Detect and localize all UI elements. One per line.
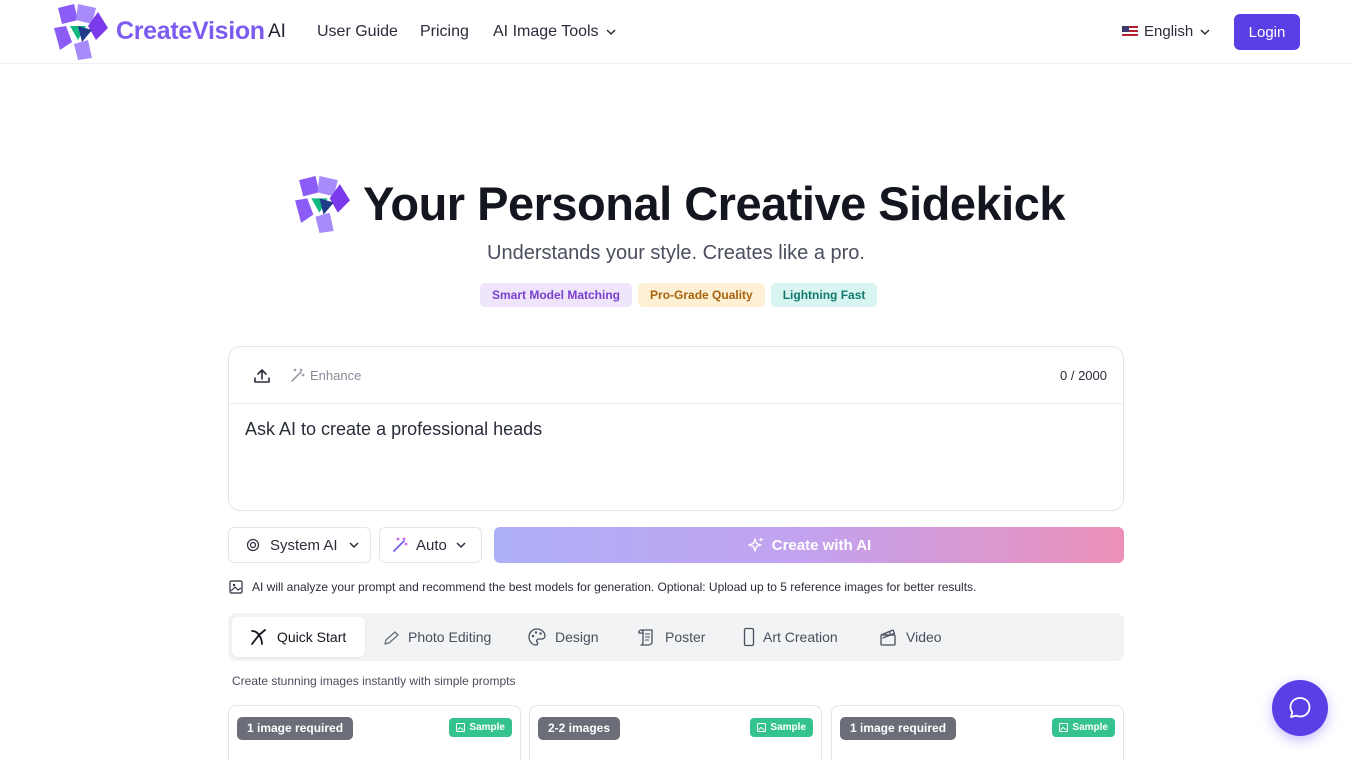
enhance-label: Enhance — [310, 368, 362, 383]
tab-caption: Create stunning images instantly with si… — [232, 674, 516, 688]
requirement-badge: 1 image required — [840, 717, 957, 740]
model-select-value: System AI — [270, 536, 338, 554]
badge-pro-grade-quality: Pro-Grade Quality — [638, 283, 765, 307]
sample-badge-label: Sample — [770, 722, 806, 733]
chevron-down-icon — [349, 542, 359, 549]
character-counter: 0 / 2000 — [1060, 368, 1107, 383]
hero-title: Your Personal Creative Sidekick — [363, 177, 1066, 230]
chevron-down-icon — [456, 542, 466, 549]
ratio-select-value: Auto — [416, 536, 447, 554]
nav-ai-image-tools[interactable]: AI Image Tools — [493, 23, 617, 41]
requirement-badge: 2-2 images — [538, 717, 621, 740]
image-icon — [757, 723, 767, 732]
pencil-icon — [384, 631, 399, 645]
nav-ai-image-tools-label: AI Image Tools — [493, 23, 599, 40]
sample-badge: Sample — [1052, 718, 1115, 737]
info-note-text: AI will analyze your prompt and recommen… — [252, 580, 977, 594]
badge-lightning-fast: Lightning Fast — [770, 283, 878, 307]
tab-label: Poster — [665, 629, 706, 645]
hero-subtitle: Understands your style. Creates like a p… — [487, 242, 865, 264]
image-icon — [1059, 723, 1069, 732]
sample-card[interactable]: 1 image required Sample — [228, 705, 521, 760]
tab-label: Photo Editing — [408, 629, 492, 645]
ratio-select[interactable]: Auto — [379, 527, 482, 563]
sample-badge-label: Sample — [1072, 722, 1108, 733]
createvision-logo[interactable] — [52, 4, 108, 60]
tab-quick-start[interactable]: Quick Start — [232, 617, 365, 657]
tab-photo-editing[interactable]: Photo Editing — [384, 617, 491, 657]
brand-suffix: AI — [268, 21, 286, 42]
create-with-ai-button[interactable]: Create with AI — [494, 527, 1124, 563]
chevron-down-icon — [1200, 28, 1210, 35]
chat-support-button[interactable] — [1272, 680, 1328, 736]
image-icon — [229, 580, 243, 594]
ai-chip-icon — [246, 538, 260, 552]
requirement-badge: 1 image required — [237, 717, 354, 740]
prompt-toolbar: Enhance 0 / 2000 — [229, 347, 1123, 404]
language-label: English — [1144, 23, 1194, 40]
login-button[interactable]: Login — [1234, 14, 1300, 50]
feature-badges: Smart Model Matching Pro-Grade Quality L… — [480, 283, 878, 307]
phone-icon — [743, 627, 755, 647]
upload-icon[interactable] — [253, 367, 271, 385]
nav-pricing[interactable]: Pricing — [420, 23, 469, 41]
quick-start-icon — [251, 629, 266, 645]
palette-icon — [528, 628, 546, 646]
tab-label: Design — [555, 629, 599, 645]
us-flag-icon — [1122, 25, 1138, 38]
info-note: AI will analyze your prompt and recommen… — [229, 580, 976, 594]
hero-logo-icon — [295, 176, 350, 233]
tab-label: Quick Start — [277, 629, 347, 645]
badge-smart-model-matching: Smart Model Matching — [480, 283, 633, 307]
brand-name[interactable]: CreateVision — [116, 17, 265, 46]
tab-label: Art Creation — [763, 629, 838, 645]
tab-poster[interactable]: Poster — [637, 617, 705, 657]
chat-bubble-icon — [1289, 697, 1311, 718]
magic-wand-icon — [291, 368, 305, 382]
tab-video[interactable]: Video — [878, 617, 942, 657]
scroll-icon — [638, 629, 653, 646]
chevron-down-icon — [606, 29, 616, 36]
sample-badge: Sample — [750, 718, 813, 737]
enhance-button[interactable]: Enhance — [290, 368, 361, 383]
language-selector[interactable]: English — [1122, 23, 1211, 40]
prompt-card: Enhance 0 / 2000 — [228, 346, 1124, 511]
prompt-input[interactable] — [245, 419, 1105, 499]
create-with-ai-label: Create with AI — [771, 536, 872, 554]
tab-art-creation[interactable]: Art Creation — [743, 617, 838, 657]
sample-card[interactable]: 2-2 images Sample — [529, 705, 822, 760]
site-header: CreateVision AI User Guide Pricing AI Im… — [0, 0, 1352, 64]
tab-design[interactable]: Design — [527, 617, 599, 657]
tab-label: Video — [906, 629, 942, 645]
sparkle-icon — [748, 536, 763, 552]
sample-card[interactable]: 1 image required Sample — [831, 705, 1124, 760]
sample-badge-label: Sample — [469, 722, 505, 733]
nav-user-guide[interactable]: User Guide — [317, 23, 398, 41]
clapper-icon — [880, 629, 896, 646]
category-tabs: Quick Start Photo Editing Design Poster … — [228, 613, 1124, 661]
magic-wand-icon — [393, 537, 408, 552]
model-select[interactable]: System AI — [228, 527, 371, 563]
sample-badge: Sample — [449, 718, 512, 737]
image-icon — [456, 723, 466, 732]
